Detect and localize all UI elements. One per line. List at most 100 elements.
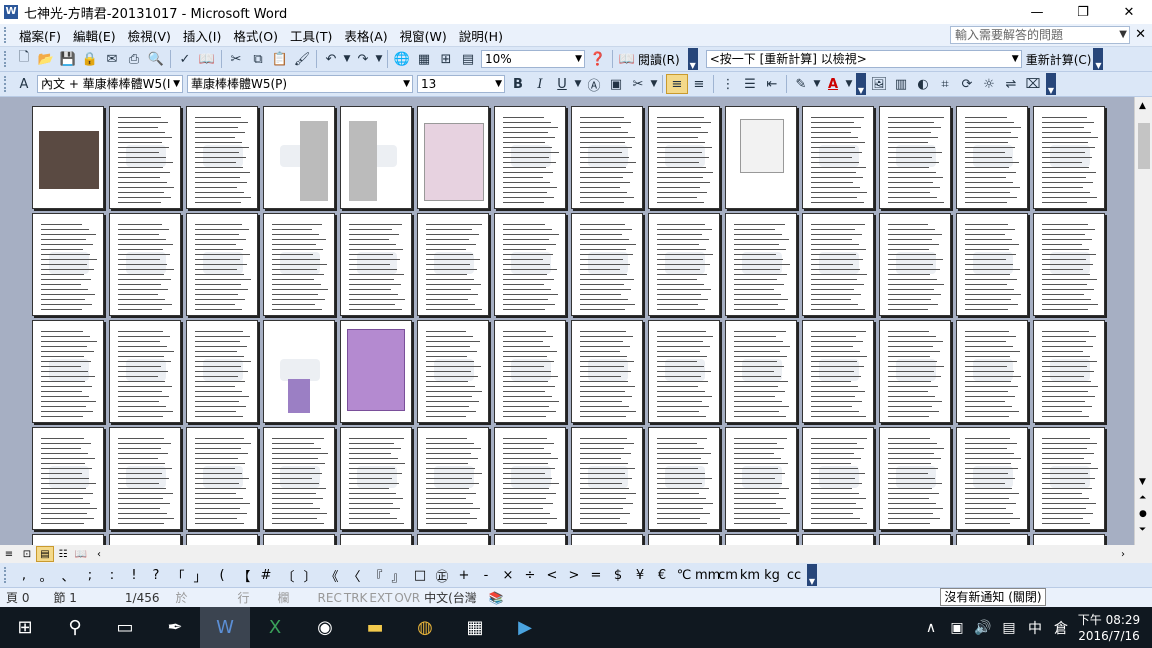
symbol-button[interactable]: ¥ [629, 568, 651, 583]
bullets-icon[interactable]: ☰ [739, 74, 761, 94]
page-thumbnail[interactable] [417, 320, 489, 423]
next-page-icon[interactable]: ⏷ [1139, 525, 1146, 535]
zoom-dropdown-icon[interactable]: ▼ [575, 51, 582, 67]
permission-icon[interactable]: 🔒 [79, 49, 101, 69]
symbol-button[interactable]: kg [761, 568, 783, 583]
style-combo[interactable]: 內文 + 華康棒棒體W5(I ▼ [37, 75, 183, 93]
page-thumbnail[interactable] [263, 320, 335, 423]
word-app-icon[interactable]: W [4, 5, 18, 19]
symbol-button[interactable]: 』 [387, 566, 409, 585]
font-dropdown-icon[interactable]: ▼ [403, 76, 410, 92]
page-thumbnail[interactable] [802, 427, 874, 530]
align-left-icon[interactable]: ≡ [666, 74, 688, 94]
notification-toast[interactable]: 沒有新通知 (關閉) [940, 588, 1046, 606]
reading-layout-icon[interactable]: 📖 [616, 49, 638, 69]
page-thumbnail[interactable] [725, 427, 797, 530]
font-color-dropdown-icon[interactable]: ▼ [844, 74, 854, 94]
page-thumbnail[interactable] [263, 534, 335, 545]
menu-edit[interactable]: 編輯(E) [67, 26, 122, 45]
browse-object-icon[interactable]: ● [1139, 509, 1147, 519]
font-size-combo[interactable]: 13 ▼ [417, 75, 505, 93]
vertical-scrollbar[interactable]: ▲ ▼ ⏶ ● ⏷ [1134, 97, 1152, 545]
symbol-button[interactable]: ? [145, 568, 167, 583]
page-thumbnail[interactable] [32, 427, 104, 530]
page-thumbnail[interactable] [956, 213, 1028, 316]
symbol-button[interactable]: : [101, 568, 123, 583]
scroll-left-icon[interactable]: ‹ [90, 546, 108, 562]
page-thumbnail[interactable] [571, 427, 643, 530]
page-thumbnail[interactable] [109, 213, 181, 316]
camera-app-icon[interactable]: ◉ [300, 607, 350, 648]
symbol-button[interactable]: 【 [233, 566, 255, 585]
print-layout-icon[interactable]: ▤ [36, 546, 54, 562]
symbol-button[interactable]: $ [607, 568, 629, 583]
format-painter-icon[interactable]: 🖌 [291, 49, 313, 69]
hyperlink-icon[interactable]: 🌐 [391, 49, 413, 69]
page-thumbnail[interactable] [340, 320, 412, 423]
page-thumbnail[interactable] [802, 213, 874, 316]
page-thumbnail[interactable] [648, 213, 720, 316]
page-thumbnail[interactable] [571, 106, 643, 209]
symbol-button[interactable]: 《 [321, 566, 343, 585]
toolbar-grip-2[interactable] [4, 76, 10, 92]
status-rec[interactable]: REC [318, 591, 342, 605]
search-icon[interactable]: ⚲ [50, 607, 100, 648]
symbol-button[interactable]: cm [717, 568, 739, 583]
tables-borders-icon[interactable]: ▦ [413, 49, 435, 69]
symbol-button[interactable]: = [585, 568, 607, 583]
close-button[interactable]: ✕ [1106, 0, 1152, 24]
align-center-icon[interactable]: ≡ [688, 74, 710, 94]
page-thumbnail[interactable] [263, 213, 335, 316]
symbol-button[interactable]: 『 [365, 566, 387, 585]
page-thumbnail[interactable] [725, 213, 797, 316]
scroll-down-icon[interactable]: ▼ [1139, 477, 1146, 487]
media-player-icon[interactable]: ▶ [500, 607, 550, 648]
symbol-button[interactable]: , [13, 568, 35, 583]
page-thumbnail[interactable] [32, 213, 104, 316]
page-thumbnail[interactable] [648, 427, 720, 530]
scroll-up-icon[interactable]: ▲ [1139, 101, 1146, 111]
page-thumbnail[interactable] [32, 106, 104, 209]
page-thumbnail[interactable] [725, 106, 797, 209]
font-color-icon[interactable]: A [822, 74, 844, 94]
paste-icon[interactable]: 📋 [269, 49, 291, 69]
page-thumbnail[interactable] [494, 534, 566, 545]
symbol-button[interactable]: □ [409, 568, 431, 583]
toolbar-overflow-icon[interactable]: ▼ [687, 48, 698, 70]
underline-button[interactable]: U [551, 74, 573, 94]
word-taskbar-icon[interactable]: W [200, 607, 250, 648]
email-icon[interactable]: ✉ [101, 49, 123, 69]
page-thumbnail[interactable] [1033, 534, 1105, 545]
copy-icon[interactable]: ⧉ [247, 49, 269, 69]
page-thumbnail[interactable] [263, 106, 335, 209]
symbol-button[interactable]: + [453, 568, 475, 583]
symbol-button[interactable]: > [563, 568, 585, 583]
minimize-button[interactable]: — [1014, 0, 1060, 24]
italic-button[interactable]: I [529, 74, 551, 94]
page-thumbnail[interactable] [802, 106, 874, 209]
symbol-button[interactable]: ; [79, 568, 101, 583]
web-layout-icon[interactable]: ⊡ [18, 546, 36, 562]
highlight-icon[interactable]: ✎ [790, 74, 812, 94]
open-folder-icon[interactable]: 📂 [35, 49, 57, 69]
insert-table-icon[interactable]: ⊞ [435, 49, 457, 69]
symbol-button[interactable]: 、 [57, 566, 79, 585]
page-thumbnail[interactable] [417, 213, 489, 316]
action-center-icon[interactable]: ▤ [996, 620, 1022, 636]
cut-icon[interactable]: ✂ [225, 49, 247, 69]
page-thumbnail[interactable] [340, 534, 412, 545]
prev-page-icon[interactable]: ⏶ [1139, 493, 1146, 503]
reset-picture-icon[interactable]: ⌧ [1022, 74, 1044, 94]
status-ext[interactable]: EXT [369, 591, 392, 605]
page-thumbnail[interactable] [186, 213, 258, 316]
ime-indicator[interactable]: 中 [1022, 618, 1048, 638]
restore-button[interactable]: ❐ [1060, 0, 1106, 24]
symbol-button[interactable]: € [651, 568, 673, 583]
tray-overflow-icon[interactable]: ∧ [918, 620, 944, 636]
page-thumbnail[interactable] [32, 320, 104, 423]
research-icon[interactable]: 📖 [196, 49, 218, 69]
page-thumbnail[interactable] [340, 213, 412, 316]
symbol-button[interactable]: 〔 [277, 566, 299, 585]
picture-toolbar-overflow-icon[interactable]: ▼ [1046, 73, 1056, 95]
picture-icon[interactable]: 🖼 [868, 74, 890, 94]
